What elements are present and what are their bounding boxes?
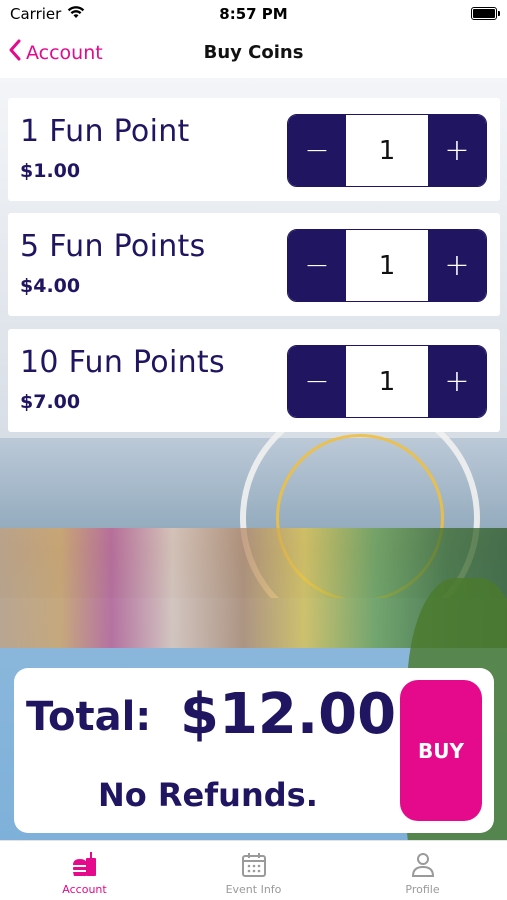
status-bar: Carrier 8:57 PM <box>0 0 507 30</box>
calendar-icon <box>239 851 269 879</box>
tab-account[interactable]: Account <box>0 841 169 900</box>
quantity-stepper: − 1 + <box>287 345 487 418</box>
quantity-stepper: − 1 + <box>287 229 487 302</box>
quantity-stepper: − 1 + <box>287 114 487 187</box>
total-panel: Total: $12.00 No Refunds. BUY <box>14 668 494 833</box>
total-value: $12.00 <box>180 682 397 747</box>
person-icon <box>408 851 438 879</box>
product-price: $1.00 <box>20 160 81 182</box>
tab-profile[interactable]: Profile <box>338 841 507 900</box>
increment-button[interactable]: + <box>428 346 486 417</box>
tab-event-info[interactable]: Event Info <box>169 841 338 900</box>
quantity-value: 1 <box>346 115 428 186</box>
product-row: 1 Fun Point $1.00 − 1 + <box>8 98 500 201</box>
decrement-button[interactable]: − <box>288 346 346 417</box>
nav-bar: Account Buy Coins <box>0 30 507 78</box>
product-name: 5 Fun Points <box>20 229 206 264</box>
product-price: $4.00 <box>20 275 81 297</box>
tab-bar: Account Event Info Profile <box>0 840 507 900</box>
battery-icon <box>471 7 500 20</box>
tab-label: Profile <box>405 883 440 896</box>
quantity-value: 1 <box>346 346 428 417</box>
decrement-button[interactable]: − <box>288 115 346 186</box>
quantity-value: 1 <box>346 230 428 301</box>
increment-button[interactable]: + <box>428 115 486 186</box>
total-label: Total: <box>26 694 152 740</box>
refund-notice: No Refunds. <box>98 776 318 814</box>
product-name: 1 Fun Point <box>20 114 190 149</box>
product-row: 10 Fun Points $7.00 − 1 + <box>8 329 500 432</box>
tab-label: Account <box>62 883 107 896</box>
status-time: 8:57 PM <box>219 5 288 23</box>
tab-label: Event Info <box>225 883 282 896</box>
page-title: Buy Coins <box>203 42 304 63</box>
decrement-button[interactable]: − <box>288 230 346 301</box>
buy-button[interactable]: BUY <box>400 680 482 821</box>
increment-button[interactable]: + <box>428 230 486 301</box>
fast-food-icon <box>70 851 100 879</box>
product-price: $7.00 <box>20 391 81 413</box>
product-name: 10 Fun Points <box>20 345 225 380</box>
product-row: 5 Fun Points $4.00 − 1 + <box>8 213 500 316</box>
